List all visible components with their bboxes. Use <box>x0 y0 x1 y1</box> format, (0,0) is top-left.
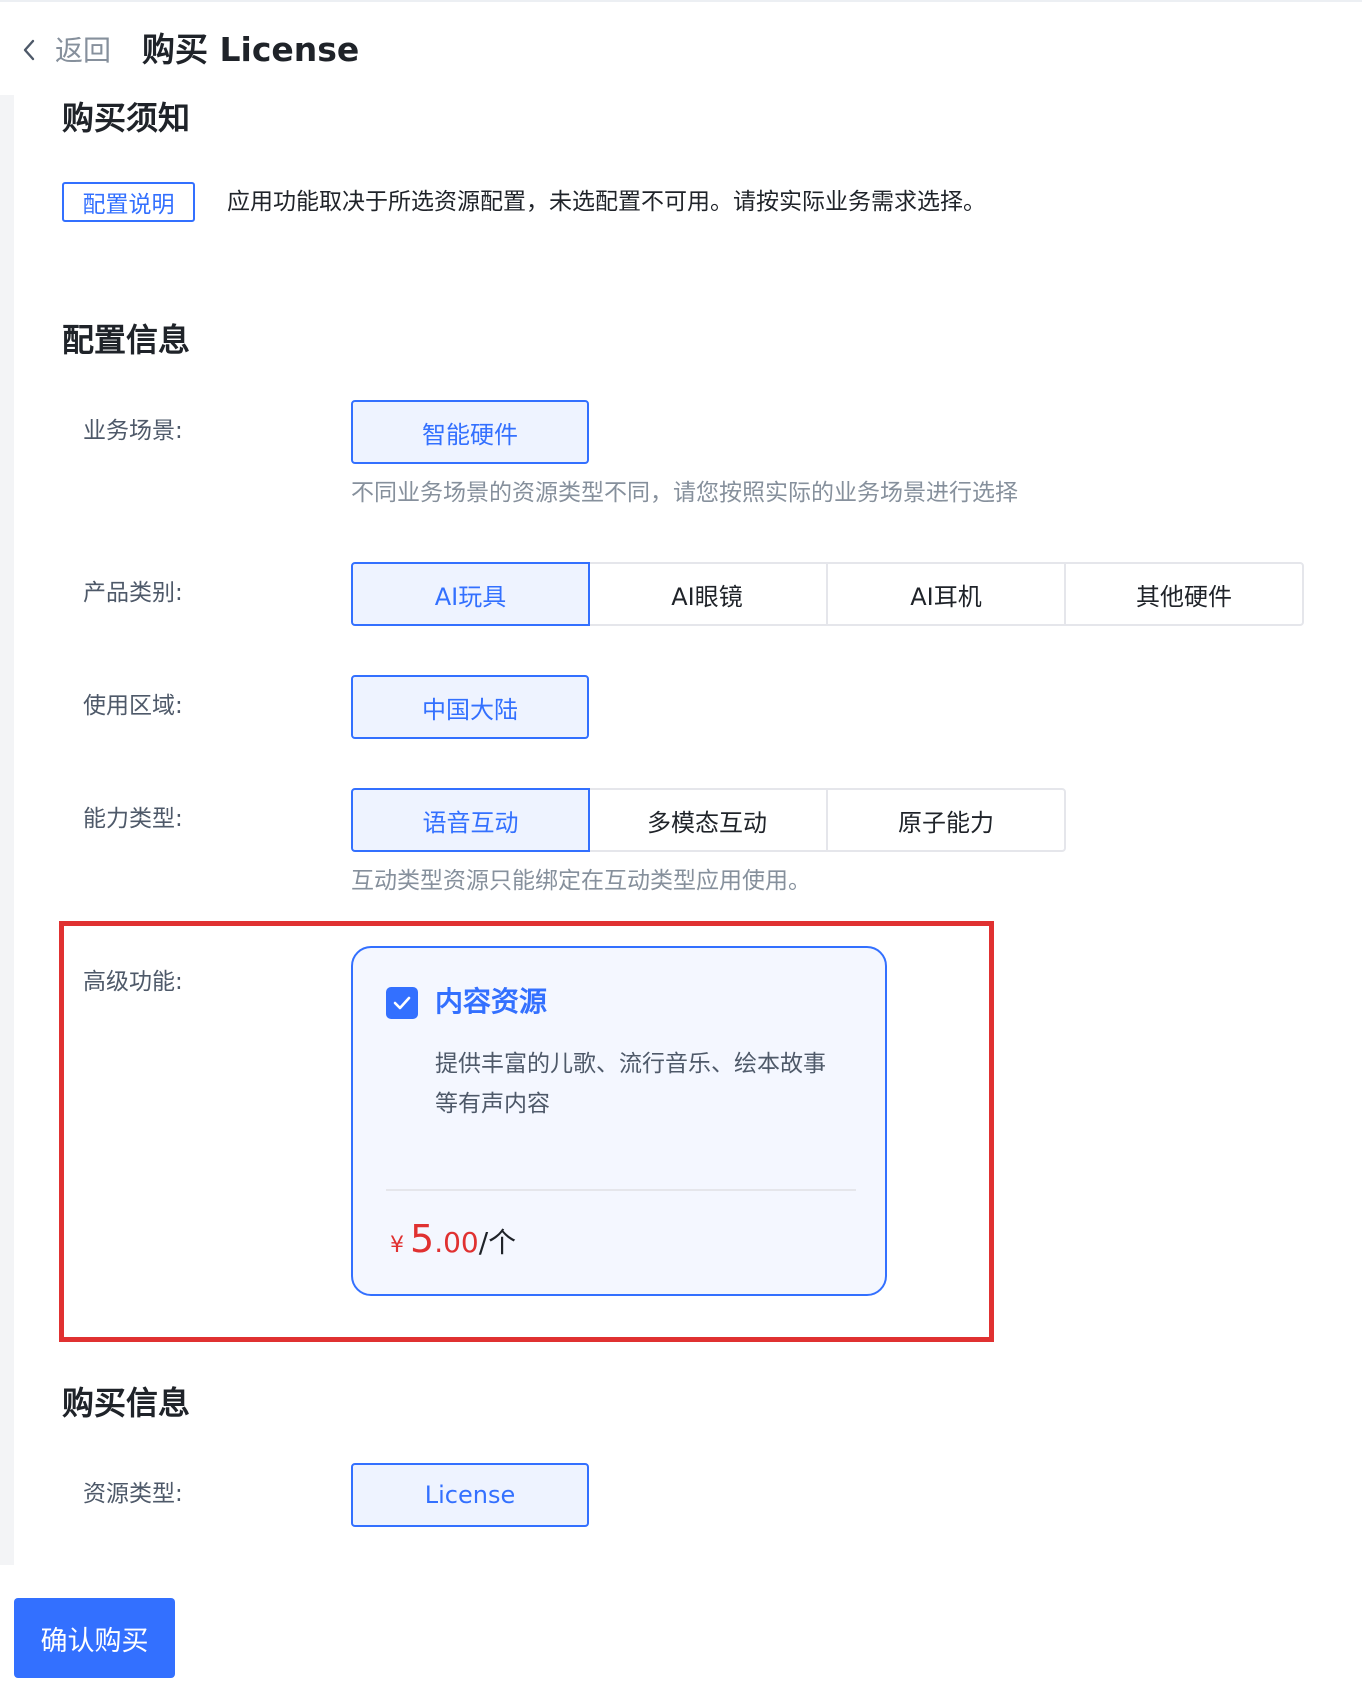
page-title: 购买 License <box>142 30 360 69</box>
advanced-label: 高级功能: <box>83 969 183 995</box>
section-title-config: 配置信息 <box>62 321 191 359</box>
product-option-ai-toy[interactable]: AI玩具 <box>351 562 590 626</box>
confirm-purchase-button[interactable]: 确认购买 <box>14 1598 175 1678</box>
chevron-left-icon[interactable] <box>18 38 40 62</box>
price-unit: /个 <box>478 1226 517 1259</box>
product-label: 产品类别: <box>83 580 183 606</box>
scenario-label: 业务场景: <box>83 418 183 444</box>
resource-type-label: 资源类型: <box>83 1481 183 1507</box>
card-divider <box>386 1189 856 1191</box>
capability-option-voice[interactable]: 语音互动 <box>351 788 590 852</box>
top-divider <box>0 0 1362 2</box>
scenario-hint: 不同业务场景的资源类型不同，请您按照实际的业务场景进行选择 <box>351 480 1018 506</box>
capability-option-multimodal[interactable]: 多模态互动 <box>588 788 828 852</box>
product-option-ai-glasses[interactable]: AI眼镜 <box>588 562 828 626</box>
price-decimal: .00 <box>434 1226 479 1259</box>
notice-text: 应用功能取决于所选资源配置，未选配置不可用。请按实际业务需求选择。 <box>227 189 986 215</box>
currency-symbol: ¥ <box>390 1233 404 1258</box>
product-option-other-hardware[interactable]: 其他硬件 <box>1064 562 1304 626</box>
checkmark-icon <box>393 996 411 1010</box>
content-resource-checkbox[interactable] <box>386 987 418 1019</box>
region-label: 使用区域: <box>83 693 183 719</box>
price-integer: 5 <box>410 1217 435 1261</box>
content-resource-desc-line2: 等有声内容 <box>435 1091 550 1117</box>
capability-label: 能力类型: <box>83 806 183 832</box>
capability-hint: 互动类型资源只能绑定在互动类型应用使用。 <box>351 868 811 894</box>
config-description-tag[interactable]: 配置说明 <box>62 182 195 222</box>
capability-option-atomic[interactable]: 原子能力 <box>826 788 1066 852</box>
product-option-ai-earphones[interactable]: AI耳机 <box>826 562 1066 626</box>
content-resource-desc-line1: 提供丰富的儿歌、流行音乐、绘本故事 <box>435 1051 826 1077</box>
back-link[interactable]: 返回 <box>55 34 111 68</box>
scenario-option-smart-hardware[interactable]: 智能硬件 <box>351 400 589 464</box>
section-title-purchase: 购买信息 <box>62 1384 191 1422</box>
region-option-mainland-china[interactable]: 中国大陆 <box>351 675 589 739</box>
left-gutter <box>0 95 14 1565</box>
content-resource-title: 内容资源 <box>435 985 548 1018</box>
content-resource-price: ¥ 5 .00 /个 <box>390 1214 516 1271</box>
content-resource-desc: 提供丰富的儿歌、流行音乐、绘本故事 等有声内容 <box>435 1044 865 1124</box>
section-title-notice: 购买须知 <box>62 99 191 137</box>
resource-type-option-license[interactable]: License <box>351 1463 589 1527</box>
content-resource-card[interactable]: 内容资源 提供丰富的儿歌、流行音乐、绘本故事 等有声内容 ¥ 5 .00 /个 <box>351 946 887 1296</box>
